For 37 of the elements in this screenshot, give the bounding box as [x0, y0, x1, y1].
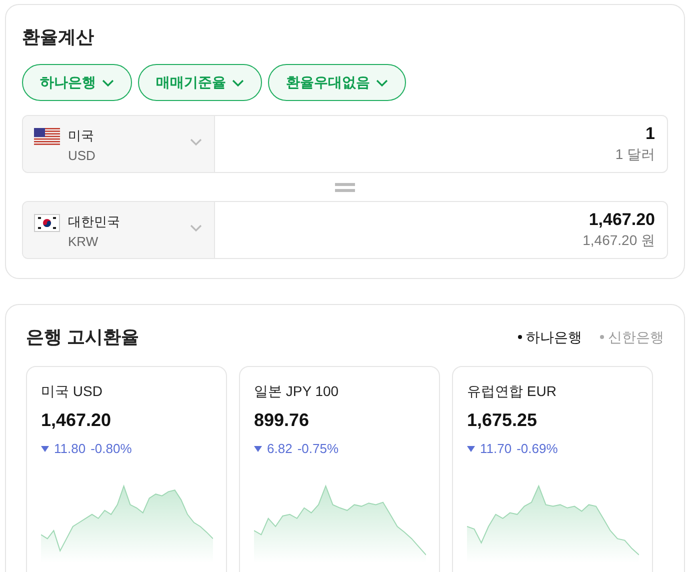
triangle-down-icon	[467, 446, 475, 452]
rate-value: 1,675.25	[467, 409, 538, 431]
chevron-down-icon	[102, 78, 114, 86]
amount-value: 1,467.20	[588, 209, 655, 230]
triangle-down-icon	[41, 446, 49, 452]
calculator-title: 환율계산	[22, 26, 95, 49]
currency-select[interactable]: 미국 USD	[23, 116, 215, 172]
rate-card[interactable]: 일본 JPY 100 899.76 6.82 -0.75%	[239, 366, 440, 572]
chevron-down-icon	[232, 78, 244, 86]
amount-text: 1,467.20 원	[582, 231, 655, 250]
rate-card[interactable]: 유럽연합 EUR 1,675.25 11.70 -0.69%	[452, 366, 653, 572]
bullet-icon	[518, 335, 522, 339]
rate-value: 899.76	[254, 409, 310, 431]
amount-text: 1 달러	[615, 145, 655, 164]
amount-value: 1	[646, 123, 655, 144]
currency-select[interactable]: 대한민국 KRW	[23, 202, 215, 258]
rate-card[interactable]: 미국 USD 1,467.20 11.80 -0.80%	[26, 366, 227, 572]
chevron-down-icon	[190, 224, 202, 232]
chevron-down-icon	[376, 78, 388, 86]
bank-tab[interactable]: 하나은행	[518, 326, 582, 348]
chevron-down-icon	[190, 138, 202, 146]
flag-icon	[34, 214, 60, 232]
change-value: 11.80	[54, 440, 86, 458]
change-percent: -0.80%	[90, 440, 132, 458]
currency-name: 일본 JPY 100	[254, 382, 340, 400]
rate-value: 1,467.20	[41, 409, 112, 431]
change-percent: -0.75%	[297, 440, 339, 458]
flag-icon	[34, 128, 60, 146]
change-value: 11.70	[480, 440, 512, 458]
rates-title: 은행 고시환율	[26, 326, 140, 349]
equals-icon	[335, 182, 355, 192]
currency-name: 미국 USD	[41, 382, 104, 400]
triangle-down-icon	[254, 446, 262, 452]
currency-name: 유럽연합 EUR	[467, 382, 558, 400]
change-value: 6.82	[267, 440, 292, 458]
change-percent: -0.69%	[516, 440, 558, 458]
bullet-icon	[600, 335, 604, 339]
